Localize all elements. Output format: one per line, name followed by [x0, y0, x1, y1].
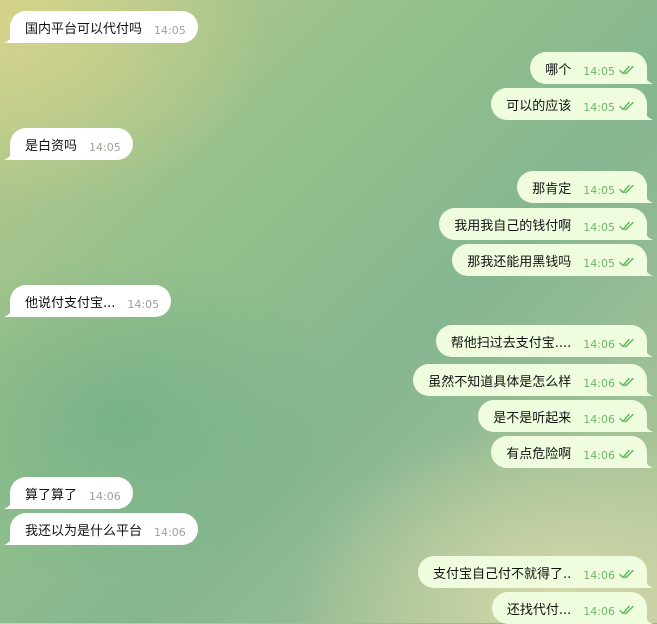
- message-text: 我还以为是什么平台: [25, 523, 143, 539]
- message-bubble[interactable]: 哪个 14:05: [530, 52, 647, 84]
- message-bubble[interactable]: 我还以为是什么平台 14:06: [10, 513, 198, 545]
- message-text: 那我还能用黑钱吗: [467, 254, 572, 270]
- message-bubble[interactable]: 是不是听起来 14:06: [478, 400, 647, 432]
- message-time: 14:06: [89, 489, 121, 503]
- message-text: 有点危险啊: [506, 446, 572, 462]
- message-text: 哪个: [545, 62, 572, 78]
- message-text: 我用我自己的钱付啊: [454, 218, 572, 234]
- message-text: 虽然不知道具体是怎么样: [428, 374, 572, 390]
- outgoing-message[interactable]: 那我还能用黑钱吗 14:05: [0, 244, 657, 276]
- message-bubble[interactable]: 有点危险啊 14:06: [491, 436, 647, 468]
- message-bubble[interactable]: 那我还能用黑钱吗 14:05: [452, 244, 647, 276]
- outgoing-message[interactable]: 我用我自己的钱付啊 14:05: [0, 208, 657, 240]
- message-bubble[interactable]: 是白资吗 14:05: [10, 128, 133, 160]
- message-text: 可以的应该: [506, 98, 572, 114]
- double-check-icon: [619, 64, 635, 79]
- message-bubble[interactable]: 还找代付... 14:06: [491, 592, 647, 624]
- outgoing-message[interactable]: 支付宝自己付不就得了.. 14:06: [0, 556, 657, 588]
- message-time: 14:05: [127, 297, 160, 311]
- double-check-icon: [619, 604, 635, 619]
- outgoing-message[interactable]: 是不是听起来 14:06: [0, 400, 657, 432]
- double-check-icon: [619, 376, 635, 391]
- message-bubble[interactable]: 虽然不知道具体是怎么样 14:06: [413, 364, 647, 396]
- outgoing-message[interactable]: 帮他扫过去支付宝.... 14:06: [0, 325, 657, 357]
- outgoing-message[interactable]: 虽然不知道具体是怎么样 14:06: [0, 364, 657, 396]
- incoming-message[interactable]: 是白资吗 14:05: [0, 128, 657, 160]
- incoming-message[interactable]: 我还以为是什么平台 14:06: [0, 513, 657, 545]
- message-time: 14:06: [583, 448, 615, 462]
- double-check-icon: [619, 100, 635, 115]
- double-check-icon: [619, 412, 635, 427]
- message-time: 14:06: [583, 412, 615, 426]
- double-check-icon: [619, 183, 635, 198]
- message-time: 14:06: [583, 337, 615, 351]
- message-time: 14:06: [583, 604, 615, 618]
- message-bubble[interactable]: 那肯定 14:05: [517, 171, 647, 203]
- incoming-message[interactable]: 他说付支付宝... 14:05: [0, 285, 657, 317]
- double-check-icon: [619, 568, 635, 583]
- message-time: 14:06: [154, 525, 186, 539]
- message-text: 是不是听起来: [493, 410, 572, 426]
- message-bubble[interactable]: 可以的应该 14:05: [491, 88, 647, 120]
- message-text: 支付宝自己付不就得了..: [433, 566, 572, 582]
- double-check-icon: [619, 220, 635, 235]
- double-check-icon: [619, 337, 635, 352]
- message-text: 算了算了: [25, 487, 78, 503]
- message-bubble[interactable]: 帮他扫过去支付宝.... 14:06: [435, 325, 647, 357]
- outgoing-message[interactable]: 还找代付... 14:06: [0, 592, 657, 624]
- message-text: 是白资吗: [25, 138, 78, 154]
- double-check-icon: [619, 256, 635, 271]
- outgoing-message[interactable]: 哪个 14:05: [0, 52, 657, 84]
- outgoing-message[interactable]: 那肯定 14:05: [0, 171, 657, 203]
- message-time: 14:05: [583, 256, 615, 270]
- message-text: 还找代付...: [506, 602, 572, 618]
- outgoing-message[interactable]: 可以的应该 14:05: [0, 88, 657, 120]
- message-text: 国内平台可以代付吗: [25, 21, 143, 37]
- message-time: 14:05: [583, 183, 615, 197]
- message-time: 14:05: [154, 23, 186, 37]
- message-time: 14:05: [583, 64, 615, 78]
- message-bubble[interactable]: 他说付支付宝... 14:05: [10, 285, 172, 317]
- message-text: 那肯定: [532, 181, 572, 197]
- message-time: 14:06: [583, 568, 615, 582]
- message-text: 帮他扫过去支付宝....: [450, 335, 572, 351]
- incoming-message[interactable]: 国内平台可以代付吗 14:05: [0, 11, 657, 43]
- message-time: 14:05: [583, 220, 615, 234]
- message-time: 14:05: [583, 100, 615, 114]
- incoming-message[interactable]: 算了算了 14:06: [0, 477, 657, 509]
- message-bubble[interactable]: 我用我自己的钱付啊 14:05: [439, 208, 647, 240]
- message-text: 他说付支付宝...: [25, 295, 116, 311]
- message-bubble[interactable]: 算了算了 14:06: [10, 477, 133, 509]
- message-bubble[interactable]: 支付宝自己付不就得了.. 14:06: [418, 556, 647, 588]
- outgoing-message[interactable]: 有点危险啊 14:06: [0, 436, 657, 468]
- message-bubble[interactable]: 国内平台可以代付吗 14:05: [10, 11, 198, 43]
- message-time: 14:06: [583, 376, 615, 390]
- chat-area: 国内平台可以代付吗 14:05 哪个 14:05 可以的应该 14:05 是白资吗 14:05…: [0, 0, 657, 624]
- message-time: 14:05: [89, 140, 121, 154]
- double-check-icon: [619, 448, 635, 463]
